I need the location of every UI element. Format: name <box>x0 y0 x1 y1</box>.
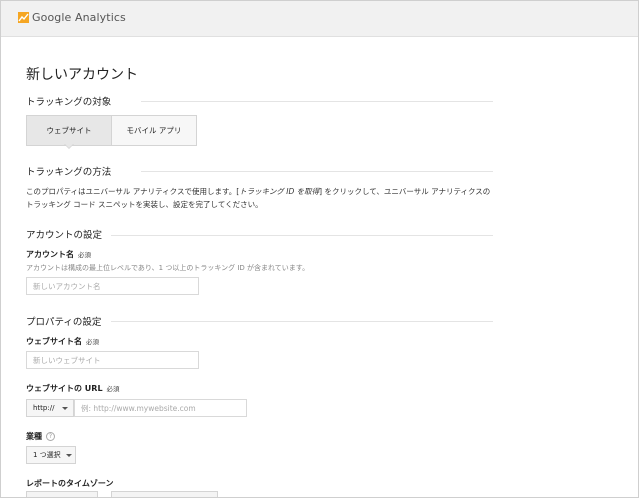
website-name-input[interactable] <box>26 351 199 369</box>
section-divider <box>111 235 493 236</box>
page-title: 新しいアカウント <box>26 67 138 83</box>
protocol-select[interactable]: http:// <box>26 399 74 417</box>
website-url-input[interactable] <box>74 399 247 417</box>
tab-website[interactable]: ウェブサイト <box>27 116 112 145</box>
chevron-down-icon <box>66 454 72 457</box>
tab-mobile-app[interactable]: モバイル アプリ <box>112 116 196 145</box>
description-text: このプロパティはユニバーサル アナリティクスで使用します。[ <box>26 187 240 196</box>
industry-select[interactable]: 1 つ選択 <box>26 446 76 464</box>
tracking-method-heading: トラッキングの方法 <box>26 167 112 178</box>
required-marker: 必須 <box>78 251 91 259</box>
tracking-target-heading: トラッキングの対象 <box>26 97 112 108</box>
analytics-logo-icon <box>18 12 29 23</box>
account-settings-heading: アカウントの設定 <box>26 230 103 241</box>
section-divider <box>141 171 493 172</box>
get-tracking-id-reference: トラッキング ID を取得 <box>239 187 320 196</box>
chevron-down-icon <box>62 407 68 410</box>
top-bar: Google Analytics <box>1 1 638 37</box>
industry-label: 業種? <box>26 431 55 442</box>
required-marker: 必須 <box>106 385 120 393</box>
tracking-method-description: このプロパティはユニバーサル アナリティクスで使用します。[トラッキング ID … <box>26 185 496 211</box>
account-name-hint: アカウントは構成の最上位レベルであり、1 つ以上のトラッキング ID が含まれて… <box>26 264 310 272</box>
website-name-label-text: ウェブサイト名 <box>26 337 82 346</box>
selected-tab-pointer-fill <box>65 144 73 148</box>
property-settings-heading: プロパティの設定 <box>26 317 102 328</box>
website-name-label: ウェブサイト名 必須 <box>26 336 99 347</box>
account-name-input[interactable] <box>26 277 199 295</box>
section-divider <box>111 321 493 322</box>
website-url-label-text: ウェブサイトの URL <box>26 384 103 393</box>
tab-website-label: ウェブサイト <box>46 126 92 135</box>
timezone-select[interactable] <box>111 491 218 497</box>
industry-value: 1 つ選択 <box>33 451 61 459</box>
account-name-label: アカウント名 必須 <box>26 249 91 260</box>
app-window: Google Analytics 新しいアカウント トラッキングの対象 ウェブサ… <box>0 0 639 498</box>
tracking-target-tabs: ウェブサイト モバイル アプリ <box>26 115 197 149</box>
required-marker: 必須 <box>86 338 99 346</box>
website-url-label: ウェブサイトの URL 必須 <box>26 383 120 394</box>
account-name-label-text: アカウント名 <box>26 250 74 259</box>
tab-mobile-app-label: モバイル アプリ <box>126 126 182 135</box>
section-divider <box>141 101 493 102</box>
help-icon[interactable]: ? <box>46 432 55 441</box>
timezone-country-select[interactable] <box>26 491 98 497</box>
timezone-label: レポートのタイムゾーン <box>26 479 114 488</box>
brand-name: Google Analytics <box>32 11 126 24</box>
industry-label-text: 業種 <box>26 432 42 441</box>
protocol-value: http:// <box>33 404 55 412</box>
